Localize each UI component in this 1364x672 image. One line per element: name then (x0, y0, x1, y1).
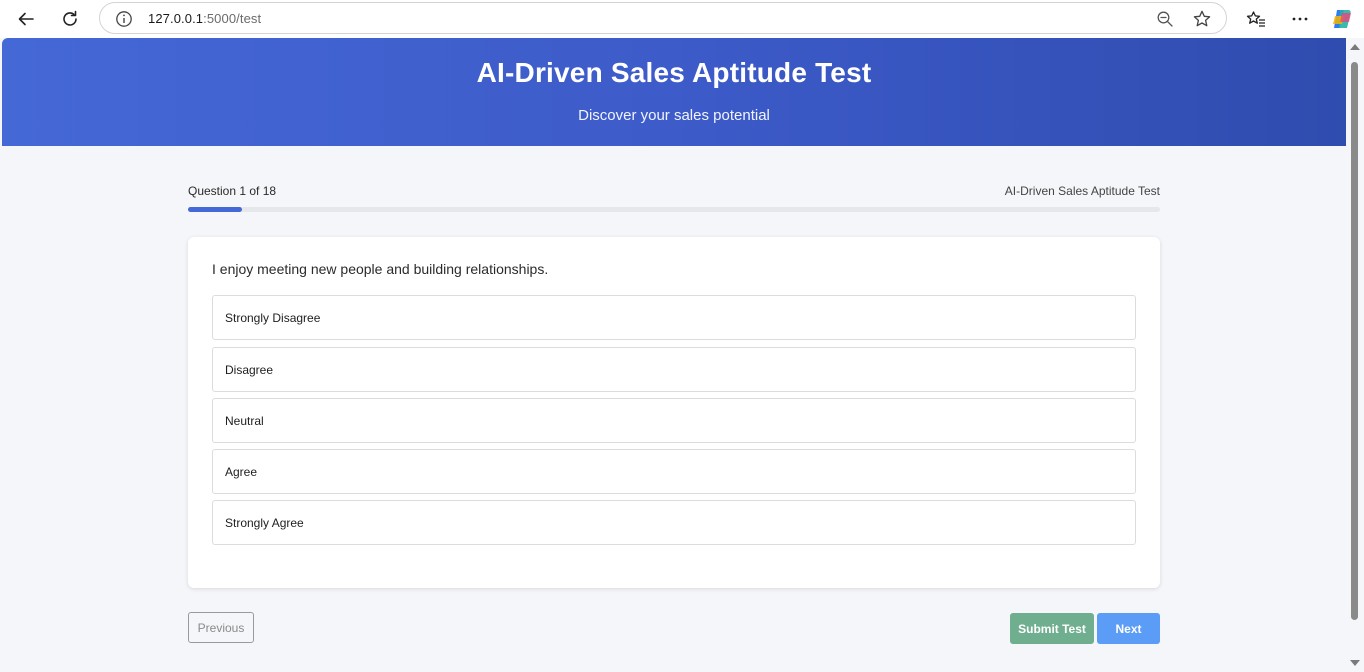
copilot-icon[interactable] (1329, 6, 1355, 32)
more-icon[interactable] (1287, 6, 1313, 32)
previous-button[interactable]: Previous (188, 612, 254, 643)
scroll-down-arrow-icon[interactable] (1350, 660, 1360, 666)
option-neutral[interactable]: Neutral (212, 398, 1136, 443)
favorites-icon[interactable] (1243, 6, 1269, 32)
option-disagree[interactable]: Disagree (212, 347, 1136, 392)
option-label: Agree (225, 464, 258, 479)
question-card: I enjoy meeting new people and building … (188, 237, 1160, 588)
option-label: Neutral (225, 413, 264, 428)
option-strongly-disagree[interactable]: Strongly Disagree (212, 295, 1136, 340)
progress-bar (188, 207, 1160, 212)
back-icon[interactable] (11, 4, 41, 34)
favorite-star-icon[interactable] (1192, 9, 1212, 29)
submit-test-button[interactable]: Submit Test (1010, 613, 1094, 644)
progress-bar-fill (188, 207, 243, 212)
url-host: 127.0.0.1 (148, 11, 204, 26)
url-text[interactable]: 127.0.0.1:5000/test (148, 11, 261, 26)
option-label: Strongly Agree (225, 515, 304, 530)
test-name-label: AI-Driven Sales Aptitude Test (1004, 184, 1160, 198)
zoom-out-icon[interactable] (1156, 10, 1174, 28)
question-counter: Question 1 of 18 (188, 184, 277, 198)
scrollbar-thumb[interactable] (1351, 62, 1358, 620)
scrollbar[interactable] (1346, 38, 1364, 672)
info-icon[interactable] (115, 10, 133, 28)
page-title: AI-Driven Sales Aptitude Test (476, 57, 872, 88)
question-text: I enjoy meeting new people and building … (212, 261, 549, 277)
url-path: :5000/test (203, 11, 262, 26)
option-label: Disagree (225, 362, 274, 377)
reload-icon[interactable] (55, 4, 85, 34)
browser-toolbar: 127.0.0.1:5000/test (0, 0, 1364, 38)
page-header: AI-Driven Sales Aptitude Test Discover y… (2, 38, 1346, 146)
option-label: Strongly Disagree (225, 310, 321, 325)
progress-header: Question 1 of 18 AI-Driven Sales Aptitud… (188, 184, 1160, 200)
option-strongly-agree[interactable]: Strongly Agree (212, 500, 1136, 545)
address-bar[interactable]: 127.0.0.1:5000/test (99, 2, 1227, 34)
scroll-up-arrow-icon[interactable] (1350, 44, 1360, 50)
page-subtitle: Discover your sales potential (578, 107, 770, 124)
next-button[interactable]: Next (1097, 613, 1160, 644)
option-agree[interactable]: Agree (212, 449, 1136, 494)
page-viewport: AI-Driven Sales Aptitude Test Discover y… (2, 38, 1346, 672)
